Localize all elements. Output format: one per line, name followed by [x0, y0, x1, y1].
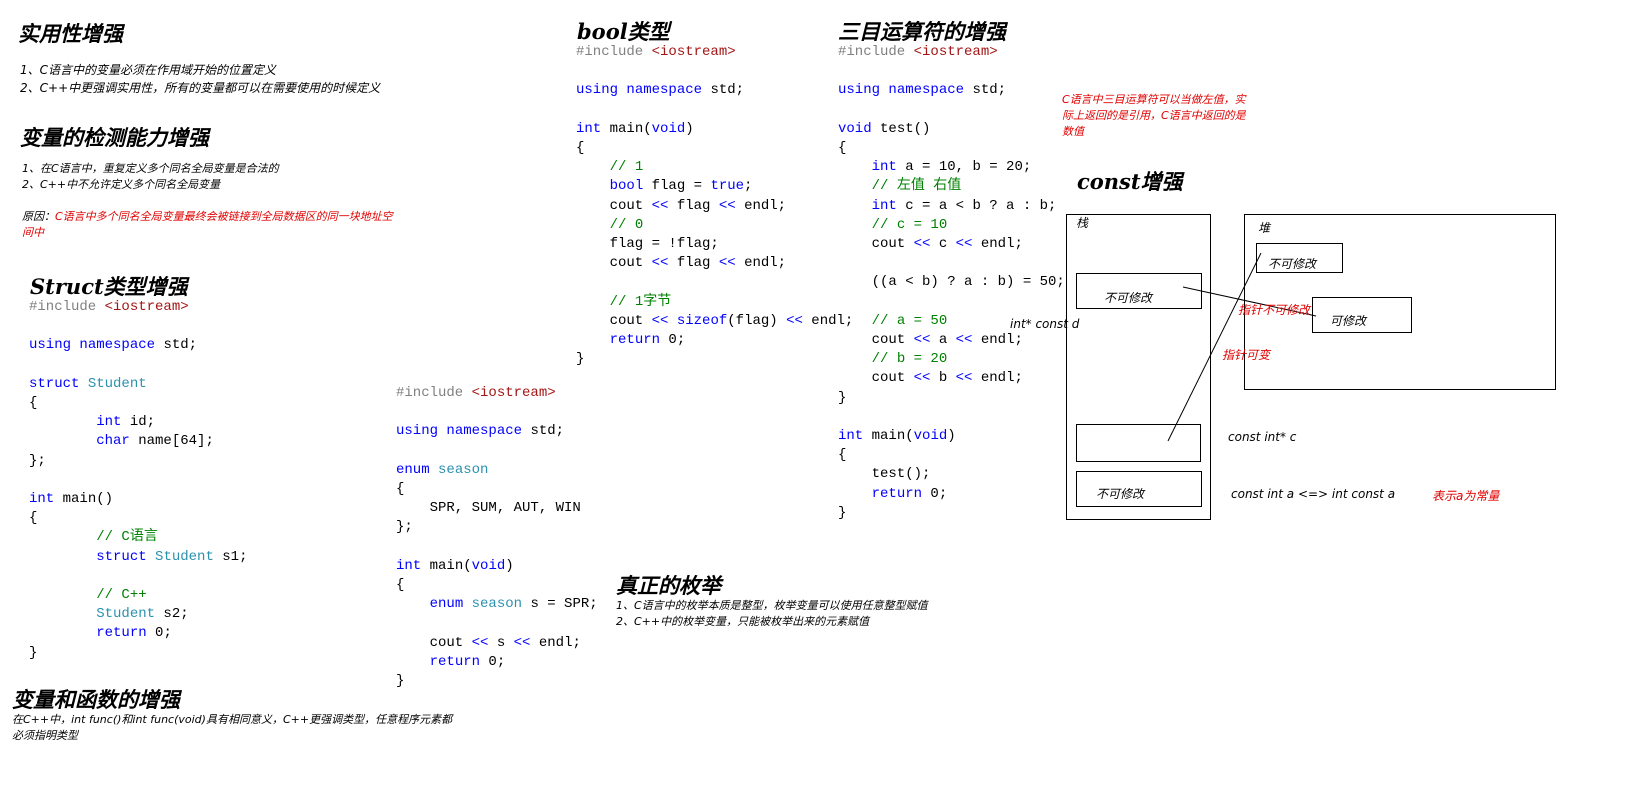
ptr-immutable-label: 指针不可修改: [1238, 303, 1311, 317]
int-const-d-label: int* const d: [1010, 317, 1080, 331]
const-meaning-label: 表示a为常量: [1432, 489, 1500, 503]
const-int-a-label: const int a <=> int const a: [1231, 487, 1396, 501]
const-pointer-lines: [1167, 252, 1317, 442]
ptr-mutable-label: 指针可变: [1222, 348, 1271, 362]
const-int-c-label: const int* c: [1228, 430, 1297, 444]
